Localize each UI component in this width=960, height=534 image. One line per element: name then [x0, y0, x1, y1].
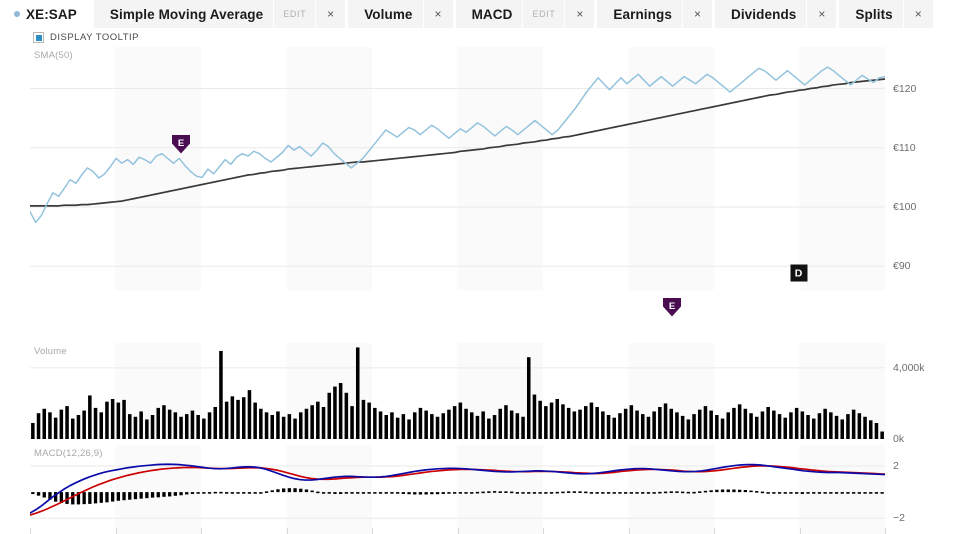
x-tick-mark	[30, 528, 31, 534]
price-plot[interactable]	[30, 47, 885, 290]
display-tooltip-label: DISPLAY TOOLTIP	[50, 32, 139, 43]
x-tick-mark	[458, 528, 459, 534]
axis-tick-label: 4,000k	[893, 362, 925, 374]
ticker-symbol: XE:SAP	[26, 7, 77, 22]
tab-label: Splits	[855, 7, 902, 22]
axis-tick-label: €100	[893, 201, 916, 213]
dividend-marker-icon[interactable]: D	[790, 265, 807, 282]
tab-label: Dividends	[731, 7, 806, 22]
price-panel-label: SMA(50)	[34, 50, 73, 61]
earnings-marker-icon[interactable]: E	[662, 297, 683, 318]
macd-plot[interactable]	[30, 445, 885, 534]
tab-label: Earnings	[613, 7, 682, 22]
display-tooltip-row[interactable]: DISPLAY TOOLTIP	[0, 28, 960, 47]
x-tick-mark	[543, 528, 544, 534]
axis-tick-label: €90	[893, 260, 911, 272]
display-tooltip-checkbox[interactable]	[33, 32, 44, 43]
tab-volume[interactable]: Volume×	[348, 0, 452, 28]
x-tick-mark	[714, 528, 715, 534]
checkbox-check-icon	[36, 35, 42, 41]
x-tick-mark	[372, 528, 373, 534]
tab-label: Simple Moving Average	[110, 7, 273, 22]
x-tick-mark	[629, 528, 630, 534]
tab-close-icon[interactable]: ×	[903, 0, 933, 28]
tab-close-icon[interactable]: ×	[564, 0, 594, 28]
tab-edit-button[interactable]: EDIT	[273, 0, 315, 28]
ticker-label[interactable]: XE:SAP	[0, 0, 91, 28]
tab-close-icon[interactable]: ×	[315, 0, 345, 28]
x-tick-mark	[800, 528, 801, 534]
svg-text:E: E	[669, 301, 675, 312]
ticker-dot-icon	[14, 11, 20, 17]
price-panel: SMA(50) €120 €110 €100 €90	[0, 47, 960, 290]
x-tick-mark	[116, 528, 117, 534]
earnings-marker-icon[interactable]: E	[170, 134, 191, 155]
x-tick-mark	[201, 528, 202, 534]
tab-earnings[interactable]: Earnings×	[597, 0, 712, 28]
axis-tick-label: €120	[893, 83, 916, 95]
tab-close-icon[interactable]: ×	[806, 0, 836, 28]
tab-close-icon[interactable]: ×	[682, 0, 712, 28]
tab-label: Volume	[364, 7, 422, 22]
tab-macd[interactable]: MACDEDIT×	[456, 0, 595, 28]
tab-splits[interactable]: Splits×	[839, 0, 932, 28]
svg-text:E: E	[177, 138, 183, 149]
tab-dividends[interactable]: Dividends×	[715, 0, 836, 28]
chart-area: SMA(50) €120€110€100€90 Volume 4,000k0k …	[0, 47, 960, 534]
volume-plot[interactable]	[30, 343, 885, 439]
axis-tick-label: 0k	[893, 433, 904, 445]
tab-label: MACD	[472, 7, 523, 22]
indicator-tab-bar: XE:SAP Simple Moving AverageEDIT×Volume×…	[0, 0, 960, 28]
tab-close-icon[interactable]: ×	[423, 0, 453, 28]
x-tick-mark	[287, 528, 288, 534]
x-tick-mark	[885, 528, 886, 534]
tab-simple-moving-average[interactable]: Simple Moving AverageEDIT×	[94, 0, 345, 28]
axis-tick-label: 2	[893, 460, 899, 472]
volume-panel-label: Volume	[34, 346, 67, 357]
macd-panel-label: MACD(12,26,9)	[34, 448, 103, 459]
tab-edit-button[interactable]: EDIT	[522, 0, 564, 28]
macd-panel: MACD(12,26,9) 2 −2	[0, 445, 960, 534]
axis-tick-label: €110	[893, 142, 916, 154]
volume-panel: Volume 4,000k0k	[0, 343, 960, 439]
axis-tick-label: −2	[893, 512, 905, 524]
